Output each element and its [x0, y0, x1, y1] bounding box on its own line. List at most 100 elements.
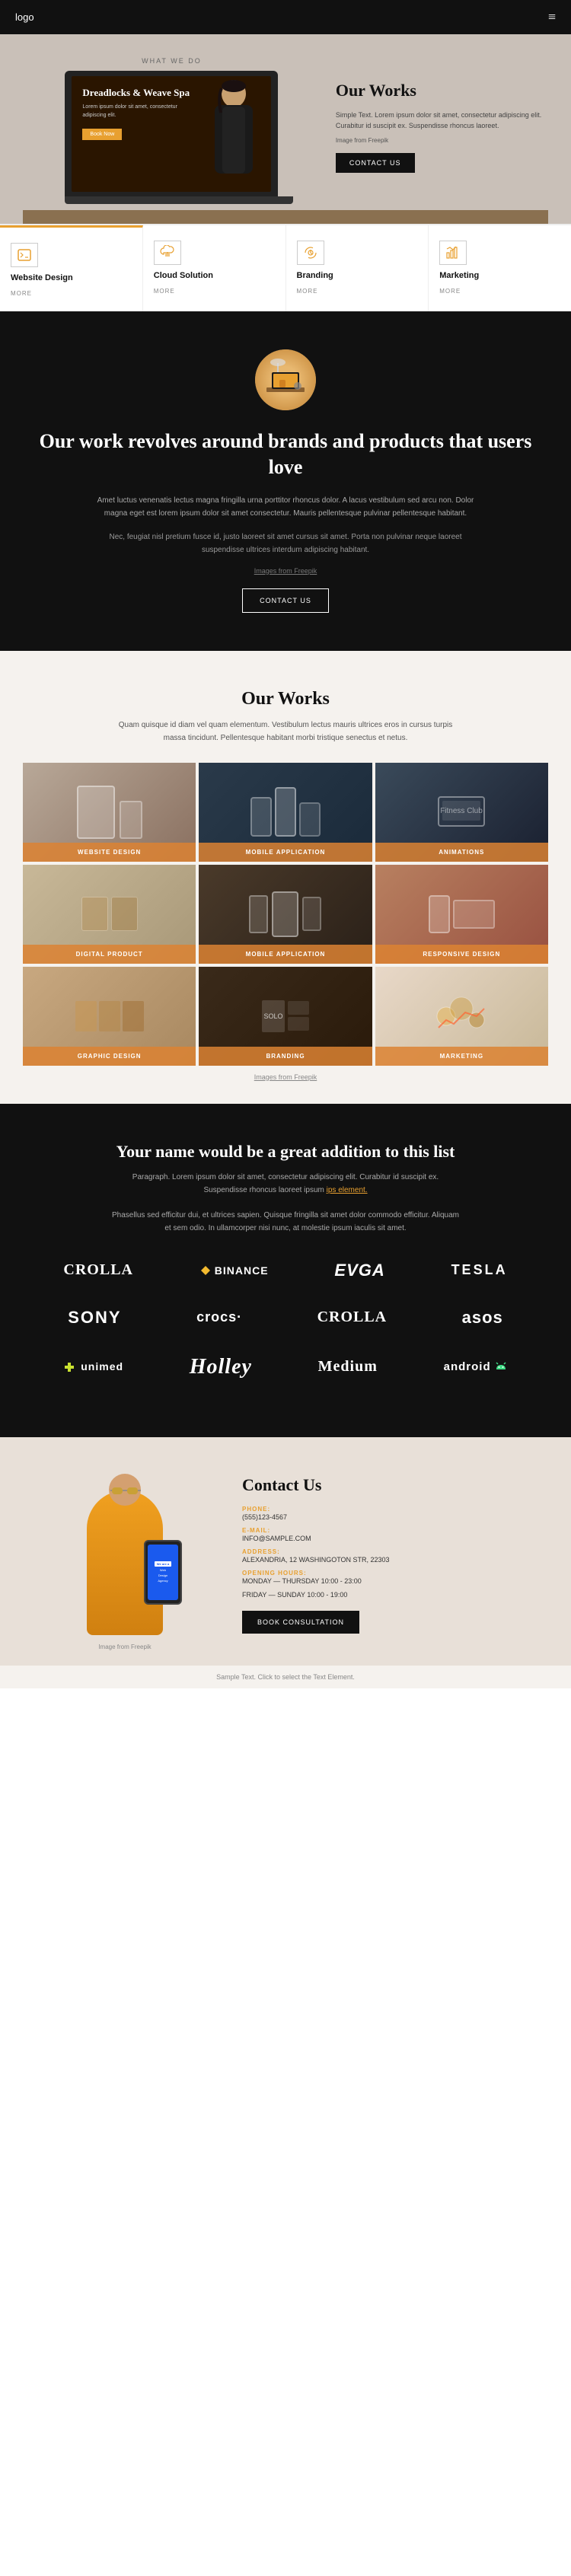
contact-hours-weekday: MONDAY — THURSDAY 10:00 - 23:00	[242, 1577, 548, 1585]
brands-image-credit: Images from Freepik	[30, 567, 541, 575]
portfolio-label-mobile-app-2: MOBILE APPLICATION	[199, 945, 372, 964]
service-more-branding[interactable]: MORE	[297, 288, 318, 295]
clients-desc-link[interactable]: ips element.	[327, 1186, 368, 1194]
client-logo-medium: Medium	[311, 1350, 385, 1383]
binance-diamond-icon	[199, 1264, 212, 1277]
animations-icon: Fitness Club	[435, 793, 488, 831]
hero-big-title: Our Works	[336, 80, 548, 102]
crolla2-logo-text: CROLLA	[317, 1309, 388, 1326]
clients-title: Your name would be a great addition to t…	[30, 1142, 541, 1162]
clients-logo-row-3: unimed Holley Medium android	[30, 1347, 541, 1387]
website-design-icon	[11, 243, 38, 267]
contact-hours-weekend: FRIDAY — SUNDAY 10:00 - 19:00	[242, 1591, 548, 1599]
service-card-marketing[interactable]: Marketing MORE	[429, 225, 571, 311]
svg-text:Fitness Club: Fitness Club	[441, 807, 483, 815]
contact-image-credit: Image from Freepik	[87, 1643, 163, 1650]
portfolio-description: Quam quisque id diam vel quam elementum.…	[110, 719, 461, 744]
service-card-website-design[interactable]: Website Design MORE	[0, 225, 143, 311]
portfolio-label-responsive-design: RESPONSIVE DESIGN	[375, 945, 548, 964]
portfolio-item-digital-product[interactable]: DIGITAL PRODUCT	[23, 865, 196, 964]
marketing-icon	[439, 241, 467, 265]
portfolio-item-responsive-design[interactable]: RESPONSIVE DESIGN	[375, 865, 548, 964]
hero-contact-button[interactable]: CONTACT US	[336, 153, 415, 173]
contact-address-value: ALEXANDRIA, 12 WASHINGOTON STR, 22303	[242, 1556, 548, 1564]
evga-logo-text: EVGA	[334, 1261, 384, 1280]
contact-text-column: Contact Us PHONE: (555)123-4567 E-MAIL: …	[242, 1468, 548, 1634]
navbar: logo ≡	[0, 0, 571, 34]
portfolio-section: Our Works Quam quisque id diam vel quam …	[0, 651, 571, 1104]
contact-person-body: We are a Web Design Agency	[87, 1490, 163, 1635]
brands-main-title: Our work revolves around brands and prod…	[30, 429, 541, 480]
crocs-logo-text: crocs·	[196, 1309, 242, 1325]
brands-desc2: Nec, feugiat nisl pretium fusce id, just…	[103, 531, 468, 556]
binance-logo-text: BINANCE	[199, 1264, 269, 1277]
service-name-marketing: Marketing	[439, 271, 560, 280]
client-logo-holley: Holley	[182, 1347, 260, 1387]
portfolio-credit: Images from Freepik	[23, 1073, 548, 1081]
hero-image-credit: Image from Freepik	[336, 137, 548, 144]
footer-text: Sample Text. Click to select the Text El…	[216, 1673, 355, 1681]
portfolio-label-digital-product: DIGITAL PRODUCT	[23, 945, 196, 964]
portfolio-item-mobile-app-1[interactable]: MOBILE APPLICATION	[199, 763, 372, 862]
asos-logo-text: asos	[462, 1308, 503, 1328]
hero-desk-illustration: WHAT WE DO Dreadlocks & Weave Spa Lorem …	[0, 34, 571, 224]
contact-phone-label: PHONE:	[242, 1506, 548, 1513]
unimed-cross-icon	[63, 1361, 75, 1373]
portfolio-item-branding[interactable]: SOLO BRANDING	[199, 967, 372, 1066]
client-logo-unimed: unimed	[56, 1353, 131, 1381]
service-more-website-design[interactable]: MORE	[11, 290, 32, 297]
nav-menu-icon[interactable]: ≡	[548, 9, 556, 25]
portfolio-label-animations: ANIMATIONS	[375, 843, 548, 862]
client-logo-evga: EVGA	[327, 1253, 392, 1288]
service-name-cloud-solution: Cloud Solution	[154, 271, 275, 280]
brands-desc1: Amet luctus venenatis lectus magna fring…	[88, 494, 483, 520]
services-row: Website Design MORE Cloud Solution MORE	[0, 224, 571, 311]
unimed-logo-text: unimed	[63, 1360, 123, 1373]
service-name-branding: Branding	[297, 271, 418, 280]
crolla-logo-text: CROLLA	[63, 1261, 133, 1279]
contact-person-head	[109, 1474, 141, 1506]
portfolio-item-animations[interactable]: Fitness Club ANIMATIONS	[375, 763, 548, 862]
book-consultation-button[interactable]: BOOK CONSULTATION	[242, 1611, 359, 1634]
brands-circle-image	[255, 349, 316, 410]
portfolio-item-mobile-app-2[interactable]: MOBILE APPLICATION	[199, 865, 372, 964]
portfolio-label-website-design: WEBSITE DESIGN	[23, 843, 196, 862]
contact-title: Contact Us	[242, 1475, 548, 1495]
client-logo-sony: SONY	[60, 1300, 129, 1335]
service-name-website-design: Website Design	[11, 273, 132, 282]
tesla-logo-text: TESLA	[451, 1262, 508, 1278]
contact-email-label: E-MAIL:	[242, 1527, 548, 1534]
clients-logo-row-1: CROLLA BINANCE EVGA TESLA	[30, 1253, 541, 1288]
service-more-cloud[interactable]: MORE	[154, 288, 175, 295]
portfolio-title: Our Works	[23, 689, 548, 709]
contact-hours-label: OPENING HOURS:	[242, 1570, 548, 1577]
medium-logo-text: Medium	[318, 1358, 378, 1376]
service-more-marketing[interactable]: MORE	[439, 288, 461, 295]
portfolio-label-marketing: MARKETING	[375, 1047, 548, 1066]
footer: Sample Text. Click to select the Text El…	[0, 1666, 571, 1688]
sony-logo-text: SONY	[68, 1308, 121, 1328]
marketing-portfolio-icon	[431, 993, 492, 1039]
portfolio-item-website-design[interactable]: WEBSITE DESIGN	[23, 763, 196, 862]
laptop-person-illustration	[207, 76, 260, 181]
client-logo-tesla: TESLA	[444, 1255, 515, 1286]
contact-email-value: INFO@SAMPLE.COM	[242, 1535, 548, 1542]
branding-icon	[297, 241, 324, 265]
brands-contact-button[interactable]: CONTACT US	[242, 588, 329, 613]
android-robot-icon	[494, 1360, 508, 1374]
hero-description: Simple Text. Lorem ipsum dolor sit amet,…	[336, 110, 548, 132]
client-logo-binance: BINANCE	[192, 1257, 276, 1284]
hero-laptop-area: WHAT WE DO Dreadlocks & Weave Spa Lorem …	[23, 57, 321, 204]
clients-description: Paragraph. Lorem ipsum dolor sit amet, c…	[110, 1171, 461, 1197]
client-logo-crolla: CROLLA	[56, 1254, 141, 1286]
laptop-book-button[interactable]: Book Now	[82, 129, 122, 140]
portfolio-label-mobile-app-1: MOBILE APPLICATION	[199, 843, 372, 862]
contact-phone-value: (555)123-4567	[242, 1513, 548, 1521]
portfolio-item-graphic-design[interactable]: GRAPHIC DESIGN	[23, 967, 196, 1066]
brands-section: Our work revolves around brands and prod…	[0, 311, 571, 651]
service-card-cloud-solution[interactable]: Cloud Solution MORE	[143, 225, 286, 311]
cloud-solution-icon	[154, 241, 181, 265]
portfolio-item-marketing[interactable]: MARKETING	[375, 967, 548, 1066]
service-card-branding[interactable]: Branding MORE	[286, 225, 429, 311]
portfolio-label-graphic-design: GRAPHIC DESIGN	[23, 1047, 196, 1066]
